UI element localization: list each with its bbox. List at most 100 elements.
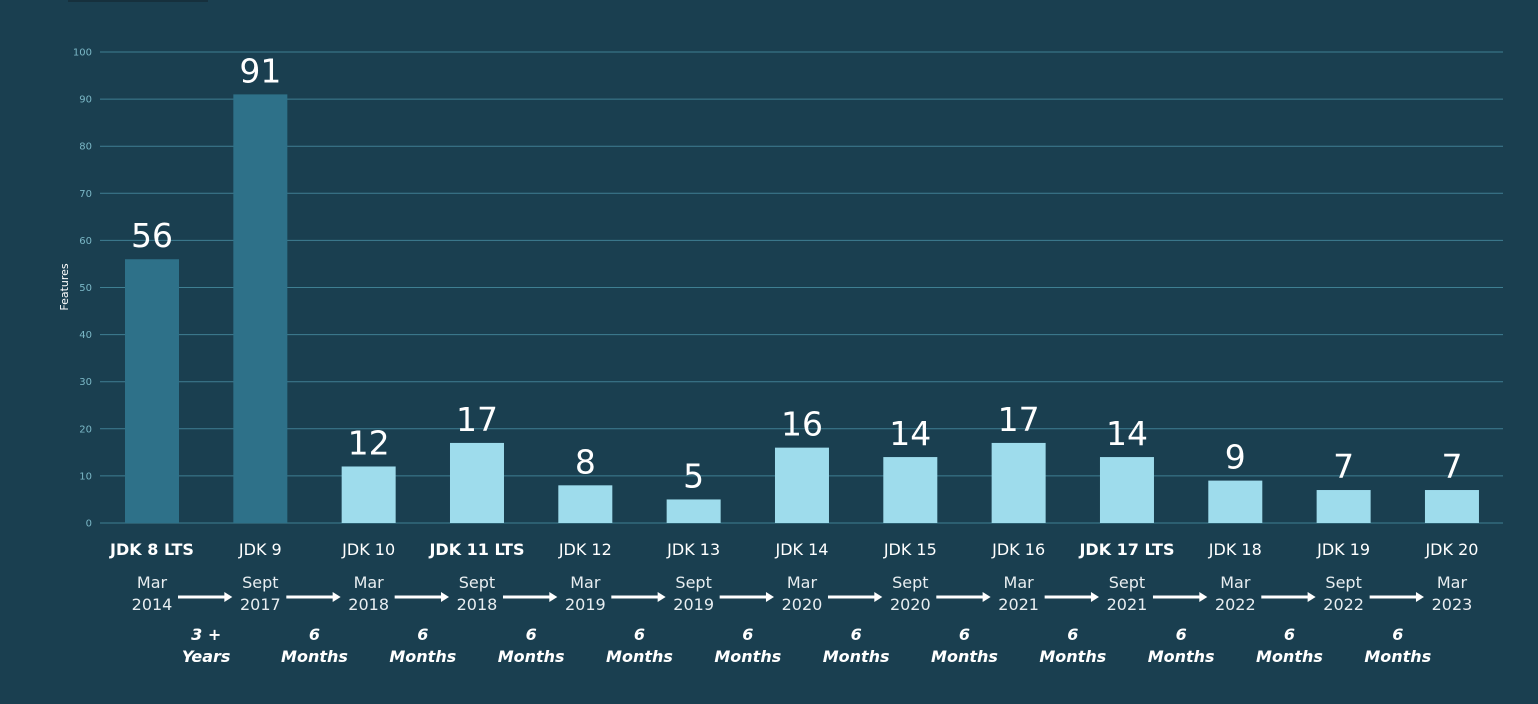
release-month-label: Mar — [1220, 573, 1251, 592]
y-tick-label: 20 — [79, 424, 92, 435]
release-year-label: 2018 — [348, 595, 389, 614]
y-tick-label: 40 — [79, 330, 92, 341]
release-year-label: 2020 — [890, 595, 931, 614]
x-category-label: JDK 14 — [774, 540, 828, 559]
y-tick-label: 10 — [79, 471, 92, 482]
interval-unit-label: Months — [823, 647, 890, 666]
release-month-label: Mar — [787, 573, 818, 592]
bar-value-label: 17 — [456, 400, 498, 439]
interval-labels: 3 + Years 6 Months 6 Months 6 Months 6 Months 6 Mon… — [182, 625, 1431, 666]
release-year-label: 2023 — [1432, 595, 1473, 614]
interval-amount-label: 6 — [1392, 625, 1403, 644]
timeline-arrowhead-icon — [332, 592, 341, 602]
timeline-arrowhead-icon — [765, 592, 774, 602]
x-category-label: JDK 20 — [1424, 540, 1478, 559]
bar — [991, 442, 1046, 523]
y-tick-label: 0 — [86, 519, 92, 530]
timeline-arrowhead-icon — [874, 592, 883, 602]
release-year-label: 2019 — [673, 595, 714, 614]
y-tick-label: 80 — [79, 142, 92, 153]
timeline-arrowhead-icon — [440, 592, 449, 602]
category-labels: JDK 8 LTS JDK 9 JDK 10 JDK 11 LTS JDK 12 JDK … — [109, 540, 1478, 559]
bar-value-label: 7 — [1441, 447, 1462, 486]
interval-amount-label: 6 — [742, 625, 753, 644]
interval-unit-label: Months — [931, 647, 998, 666]
x-category-label: JDK 10 — [341, 540, 395, 559]
release-month-label: Mar — [1004, 573, 1035, 592]
interval-amount-label: 6 — [959, 625, 970, 644]
bar-value-label: 8 — [575, 442, 596, 481]
release-month-label: Mar — [1437, 573, 1468, 592]
x-category-label: JDK 18 — [1208, 540, 1262, 559]
bar — [341, 466, 396, 523]
release-year-label: 2021 — [998, 595, 1039, 614]
release-month-label: Sept — [242, 573, 278, 592]
release-year-label: 2017 — [240, 595, 281, 614]
interval-amount-label: 6 — [634, 625, 645, 644]
interval-unit-label: Months — [1364, 647, 1431, 666]
bar — [666, 499, 721, 523]
interval-amount-label: 6 — [1284, 625, 1295, 644]
interval-amount-label: 6 — [1067, 625, 1078, 644]
jdk-features-bar-chart: 0102030405060708090100 Features 56911217… — [58, 48, 1503, 666]
bar-value-label: 12 — [348, 423, 390, 462]
bar — [449, 442, 504, 523]
y-tick-label: 60 — [79, 236, 92, 247]
bar-value-label: 7 — [1333, 447, 1354, 486]
x-category-label: JDK 15 — [883, 540, 937, 559]
release-year-label: 2019 — [565, 595, 606, 614]
timeline-arrowhead-icon — [1415, 592, 1424, 602]
release-month-label: Sept — [675, 573, 711, 592]
bar — [1208, 480, 1263, 523]
release-month-label: Sept — [892, 573, 928, 592]
bars — [125, 94, 1479, 523]
x-category-label: JDK 17 LTS — [1078, 540, 1174, 559]
bar-value-label: 14 — [889, 414, 931, 453]
release-month-label: Mar — [354, 573, 385, 592]
bar — [1316, 490, 1371, 523]
interval-unit-label: Months — [606, 647, 673, 666]
timeline-arrowhead-icon — [1307, 592, 1316, 602]
bar — [774, 447, 829, 523]
release-year-label: 2014 — [132, 595, 173, 614]
y-axis-label: Features — [58, 263, 71, 311]
interval-amount-label: 6 — [526, 625, 537, 644]
release-year-label: 2018 — [457, 595, 498, 614]
bar-value-label: 16 — [781, 405, 823, 444]
interval-amount-label: 6 — [1176, 625, 1187, 644]
timeline-arrowhead-icon — [657, 592, 666, 602]
interval-unit-label: Months — [281, 647, 348, 666]
bar-value-label: 14 — [1106, 414, 1148, 453]
interval-unit-label: Months — [1039, 647, 1106, 666]
y-tick-label: 50 — [79, 283, 92, 294]
timeline-arrowhead-icon — [1199, 592, 1208, 602]
y-tick-label: 90 — [79, 95, 92, 106]
release-month-label: Mar — [137, 573, 168, 592]
x-category-label: JDK 11 LTS — [428, 540, 524, 559]
timeline-arrowhead-icon — [982, 592, 991, 602]
interval-amount-label: 6 — [309, 625, 320, 644]
interval-amount-label: 3 + — [191, 625, 221, 644]
x-category-label: JDK 9 — [238, 540, 282, 559]
release-year-label: 2020 — [782, 595, 823, 614]
bar — [233, 94, 288, 523]
bar — [125, 259, 179, 523]
interval-amount-label: 6 — [417, 625, 428, 644]
bar-value-label: 5 — [683, 456, 704, 495]
x-category-label: JDK 13 — [666, 540, 720, 559]
interval-unit-label: Months — [498, 647, 565, 666]
x-category-label: JDK 16 — [991, 540, 1045, 559]
interval-unit-label: Months — [1256, 647, 1323, 666]
timeline-arrowhead-icon — [549, 592, 558, 602]
bar-value-label: 9 — [1225, 438, 1246, 477]
release-month-label: Sept — [459, 573, 495, 592]
y-axis-ticks: 0 10 20 30 40 50 60 70 80 90 100 — [73, 48, 92, 530]
release-year-label: 2021 — [1107, 595, 1148, 614]
x-category-label: JDK 19 — [1316, 540, 1370, 559]
y-tick-label: 30 — [79, 377, 92, 388]
interval-unit-label: Months — [1148, 647, 1215, 666]
bar — [1099, 457, 1154, 523]
y-tick-label: 70 — [79, 189, 92, 200]
release-year-label: 2022 — [1215, 595, 1256, 614]
release-month-label: Sept — [1109, 573, 1145, 592]
